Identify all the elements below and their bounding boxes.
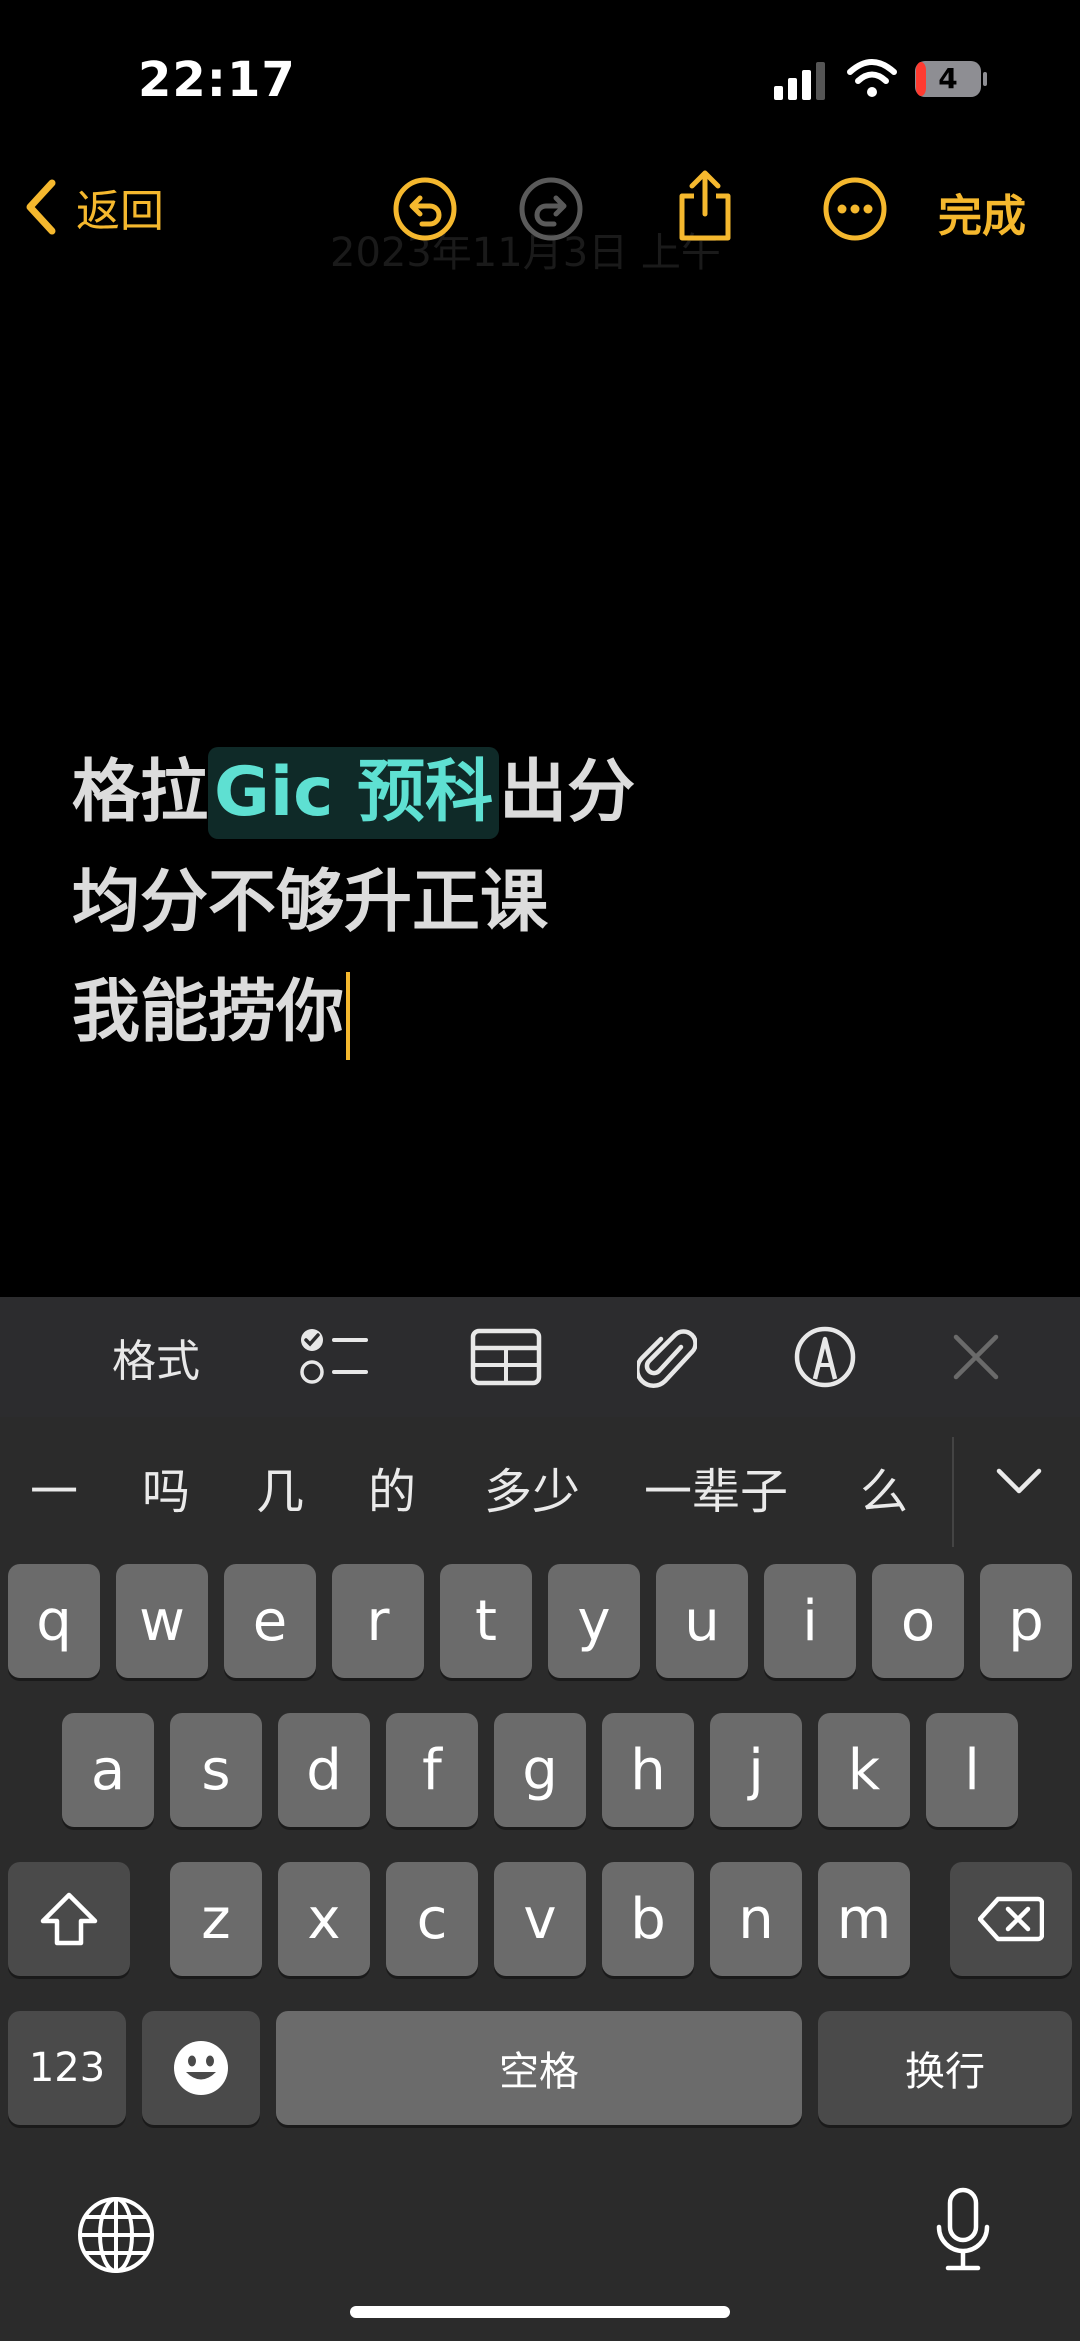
key-m[interactable]: m: [818, 1862, 910, 1976]
note-body[interactable]: 格拉Gic 预科出分 均分不够升正课 我能捞你: [72, 738, 635, 1068]
cellular-signal-icon: [774, 62, 825, 100]
space-key-label: 空格: [499, 2049, 579, 2095]
shift-arrow-icon: [40, 1892, 98, 1946]
format-label: 格式: [112, 1336, 200, 1387]
key-i[interactable]: i: [764, 1564, 856, 1678]
key-u[interactable]: u: [656, 1564, 748, 1678]
return-key[interactable]: 换行: [818, 2011, 1072, 2125]
key-j[interactable]: j: [710, 1713, 802, 1827]
candidate-item[interactable]: 多少: [484, 1417, 580, 1567]
note-text: 我能捞你: [72, 973, 345, 1052]
marked-text: Gic 预科: [208, 747, 500, 839]
checklist-button[interactable]: [290, 1297, 380, 1417]
markup-button[interactable]: [790, 1297, 860, 1417]
attachment-button[interactable]: [632, 1297, 702, 1417]
wifi-icon: [847, 59, 897, 97]
candidate-item[interactable]: 一辈子: [644, 1417, 788, 1567]
key-y[interactable]: y: [548, 1564, 640, 1678]
redo-icon[interactable]: [518, 176, 584, 242]
numbers-key[interactable]: 123: [8, 2011, 126, 2125]
undo-icon[interactable]: [392, 176, 458, 242]
key-l[interactable]: l: [926, 1713, 1018, 1827]
key-d[interactable]: d: [278, 1713, 370, 1827]
note-line-2: 均分不够升正课: [72, 863, 549, 942]
emoji-icon: [174, 2041, 228, 2095]
space-key[interactable]: 空格: [276, 2011, 802, 2125]
key-k[interactable]: k: [818, 1713, 910, 1827]
back-label: 返回: [76, 186, 164, 237]
home-indicator[interactable]: [350, 2306, 730, 2318]
chevron-down-icon[interactable]: [996, 1467, 1042, 1495]
key-c[interactable]: c: [386, 1862, 478, 1976]
candidate-item[interactable]: 一: [30, 1417, 78, 1567]
paperclip-icon: [637, 1329, 697, 1389]
note-text: 格拉: [72, 753, 209, 832]
battery-level: 4: [938, 62, 958, 95]
candidate-item[interactable]: 吗: [142, 1417, 190, 1567]
microphone-icon[interactable]: [934, 2187, 992, 2273]
key-q[interactable]: q: [8, 1564, 100, 1678]
key-g[interactable]: g: [494, 1713, 586, 1827]
key-z[interactable]: z: [170, 1862, 262, 1976]
key-n[interactable]: n: [710, 1862, 802, 1976]
back-button[interactable]: 返回: [24, 172, 164, 242]
key-r[interactable]: r: [332, 1564, 424, 1678]
key-x[interactable]: x: [278, 1862, 370, 1976]
close-icon: [953, 1334, 999, 1380]
key-b[interactable]: b: [602, 1862, 694, 1976]
key-o[interactable]: o: [872, 1564, 964, 1678]
key-h[interactable]: h: [602, 1713, 694, 1827]
note-line-3: 我能捞你: [72, 958, 635, 1068]
candidate-item[interactable]: 几: [256, 1417, 304, 1567]
note-line-1: 格拉Gic 预科出分: [72, 738, 635, 848]
table-button[interactable]: [466, 1297, 546, 1417]
key-f[interactable]: f: [386, 1713, 478, 1827]
backspace-icon: [978, 1896, 1044, 1942]
format-button[interactable]: 格式: [96, 1297, 216, 1417]
format-toolbar: 格式: [0, 1297, 1080, 1417]
done-button[interactable]: 完成: [938, 180, 1026, 244]
text-cursor: [346, 972, 351, 1061]
pen-markup-icon: [794, 1326, 856, 1388]
key-p[interactable]: p: [980, 1564, 1072, 1678]
key-s[interactable]: s: [170, 1713, 262, 1827]
checklist-icon: [300, 1329, 368, 1384]
chevron-left-icon: [26, 179, 56, 235]
more-options-icon[interactable]: [822, 176, 888, 242]
numbers-key-label: 123: [28, 2045, 106, 2091]
candidate-item[interactable]: 么: [860, 1417, 908, 1567]
emoji-key[interactable]: [142, 2011, 260, 2125]
status-time: 22:17: [138, 52, 296, 108]
key-v[interactable]: v: [494, 1862, 586, 1976]
key-w[interactable]: w: [116, 1564, 208, 1678]
key-t[interactable]: t: [440, 1564, 532, 1678]
keyboard: 一 吗 几 的 多少 一辈子 么 q w e r t y u i o p a s…: [0, 1417, 1080, 2341]
key-e[interactable]: e: [224, 1564, 316, 1678]
candidate-item[interactable]: 的: [368, 1417, 416, 1567]
share-icon[interactable]: [670, 168, 740, 242]
return-key-label: 换行: [905, 2049, 985, 2095]
delete-key[interactable]: [950, 1862, 1072, 1976]
note-text: 出分: [499, 753, 636, 832]
close-toolbar-button[interactable]: [944, 1297, 1008, 1417]
table-icon: [470, 1328, 542, 1386]
globe-icon[interactable]: [76, 2195, 156, 2275]
candidate-divider: [952, 1437, 954, 1547]
key-a[interactable]: a: [62, 1713, 154, 1827]
shift-key[interactable]: [8, 1862, 130, 1976]
candidate-bar: 一 吗 几 的 多少 一辈子 么: [0, 1417, 1080, 1567]
